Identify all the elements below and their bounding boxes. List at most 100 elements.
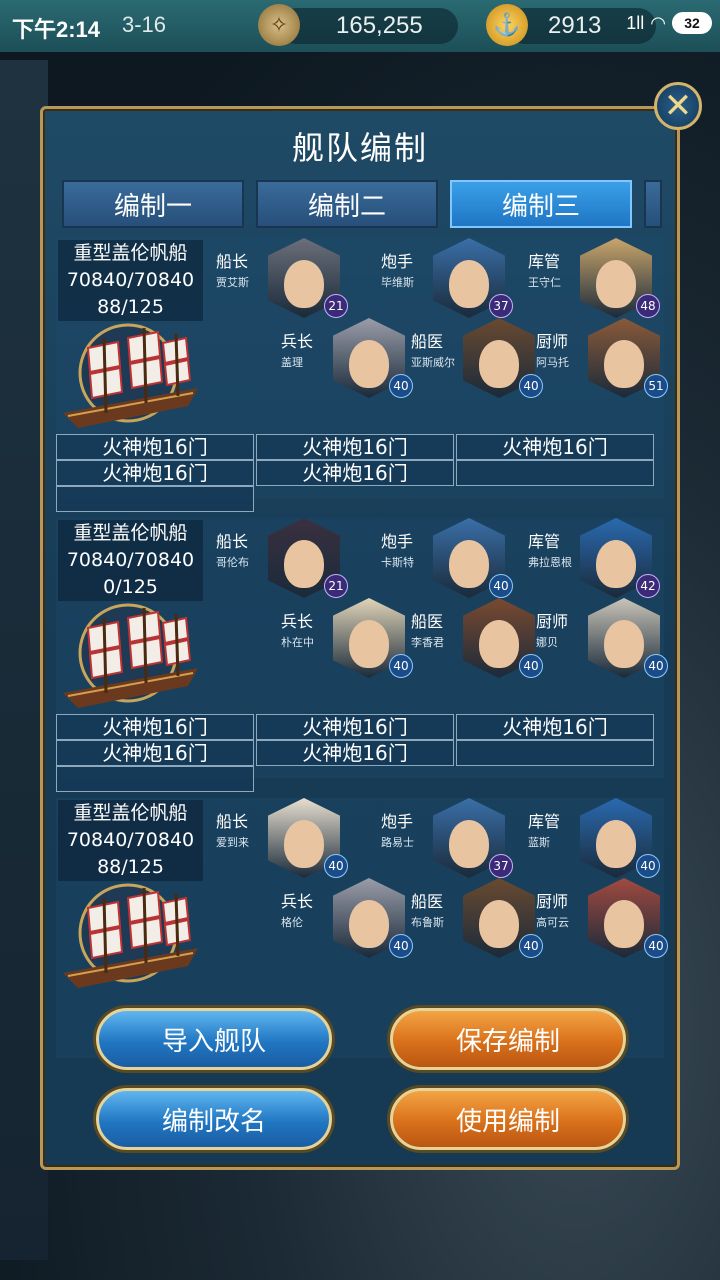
ship-durability: 70840/70840 <box>66 829 195 851</box>
crew-role: 兵长 <box>281 332 314 351</box>
ship-sailors: 88/125 <box>97 856 164 878</box>
cannon-slot[interactable] <box>456 740 654 766</box>
rename-formation-button[interactable]: 编制改名 <box>96 1088 332 1150</box>
crew-slot[interactable]: 库管 蓝斯 40 <box>528 798 660 878</box>
crew-name: 王守仁 <box>528 276 561 289</box>
portrait-face <box>349 900 389 948</box>
crew-slot[interactable]: 炮手 毕维斯 37 <box>381 238 513 318</box>
status-date: 3-16 <box>122 12 167 37</box>
ship-info: 重型盖伦帆船 70840/70840 0/125 <box>58 520 203 601</box>
portrait-face <box>604 620 644 668</box>
ship-info: 重型盖伦帆船 70840/70840 88/125 <box>58 800 203 881</box>
crew-name: 卡斯特 <box>381 556 414 569</box>
cannon-slot[interactable]: 火神炮16门 <box>56 714 254 740</box>
cannon-slot[interactable]: 火神炮16门 <box>456 714 654 740</box>
cannon-slot[interactable]: 火神炮16门 <box>256 714 454 740</box>
portrait-face <box>284 820 324 868</box>
crew-slot[interactable]: 船医 亚斯威尔 40 <box>411 318 543 398</box>
crew-role: 厨师 <box>536 612 569 631</box>
portrait-face <box>596 540 636 588</box>
crew-slot[interactable]: 兵长 格伦 40 <box>281 878 413 958</box>
crew-level-badge: 48 <box>636 294 660 318</box>
portrait-face <box>284 260 324 308</box>
cannon-slot[interactable] <box>56 486 254 512</box>
use-formation-button[interactable]: 使用编制 <box>390 1088 626 1150</box>
wifi-icon: ◠ <box>650 12 666 33</box>
status-bar: 下午2:14 3-16 ✧ 165,255 ⚓ 2913 1ll ◠ 32 <box>0 0 720 52</box>
cannon-slot[interactable] <box>56 766 254 792</box>
ship-durability: 70840/70840 <box>66 549 195 571</box>
cannon-slot[interactable]: 火神炮16门 <box>56 460 254 486</box>
tab-overflow[interactable] <box>644 180 662 228</box>
crew-name: 高可云 <box>536 916 569 929</box>
crew-slot[interactable]: 船医 布鲁斯 40 <box>411 878 543 958</box>
crew-slot[interactable]: 厨师 娜贝 40 <box>536 598 668 678</box>
cannon-slot[interactable]: 火神炮16门 <box>56 740 254 766</box>
crew-role: 兵长 <box>281 612 314 631</box>
portrait-face <box>479 620 519 668</box>
crew-name: 李香君 <box>411 636 444 649</box>
portrait-face <box>479 340 519 388</box>
ship-type: 重型盖伦帆船 <box>73 802 188 824</box>
portrait-face <box>604 340 644 388</box>
ship-row[interactable]: 重型盖伦帆船 70840/70840 0/125 船长 哥伦布 21 炮手 卡斯特 <box>56 518 668 792</box>
close-button[interactable]: ✕ <box>654 82 702 130</box>
crew-slot[interactable]: 库管 弗拉恩根 42 <box>528 518 660 598</box>
crew-level-badge: 40 <box>644 654 668 678</box>
cannon-slot[interactable] <box>456 460 654 486</box>
crew-name: 格伦 <box>281 916 303 929</box>
crew-role: 库管 <box>528 812 561 831</box>
crew-name: 亚斯威尔 <box>411 356 455 369</box>
crew-name: 弗拉恩根 <box>528 556 572 569</box>
crew-slot[interactable]: 炮手 卡斯特 40 <box>381 518 513 598</box>
tab-formation-1[interactable]: 编制一 <box>62 180 244 228</box>
crew-role: 炮手 <box>381 812 414 831</box>
portrait-face <box>284 540 324 588</box>
ship-illustration-icon <box>58 878 208 993</box>
crew-slot[interactable]: 船长 哥伦布 21 <box>216 518 348 598</box>
crew-slot[interactable]: 船医 李香君 40 <box>411 598 543 678</box>
cannon-slot[interactable]: 火神炮16门 <box>256 460 454 486</box>
save-formation-button[interactable]: 保存编制 <box>390 1008 626 1070</box>
crew-slot[interactable]: 兵长 盖理 40 <box>281 318 413 398</box>
ship-type: 重型盖伦帆船 <box>73 522 188 544</box>
crew-role: 兵长 <box>281 892 314 911</box>
crew-slot[interactable]: 船长 贾艾斯 21 <box>216 238 348 318</box>
crew-name: 娜贝 <box>536 636 558 649</box>
crew-level-badge: 40 <box>636 854 660 878</box>
crew-slot[interactable]: 兵长 朴在中 40 <box>281 598 413 678</box>
crew-slot[interactable]: 炮手 路易士 37 <box>381 798 513 878</box>
cannon-slot[interactable]: 火神炮16门 <box>456 434 654 460</box>
crew-level-badge: 37 <box>489 294 513 318</box>
crew-level-badge: 37 <box>489 854 513 878</box>
close-icon: ✕ <box>663 86 693 126</box>
cannon-slot[interactable]: 火神炮16门 <box>56 434 254 460</box>
cannon-slot[interactable]: 火神炮16门 <box>256 434 454 460</box>
crew-slot[interactable]: 船长 爱到来 40 <box>216 798 348 878</box>
crew-role: 炮手 <box>381 252 414 271</box>
import-fleet-button[interactable]: 导入舰队 <box>96 1008 332 1070</box>
crew-name: 路易士 <box>381 836 414 849</box>
crew-role: 船医 <box>411 612 444 631</box>
crew-level-badge: 40 <box>489 574 513 598</box>
crew-role: 厨师 <box>536 332 569 351</box>
crew-level-badge: 42 <box>636 574 660 598</box>
crew-role: 船医 <box>411 332 444 351</box>
portrait-face <box>349 620 389 668</box>
ship-illustration-icon <box>58 318 208 433</box>
crew-name: 毕维斯 <box>381 276 414 289</box>
ship-durability: 70840/70840 <box>66 269 195 291</box>
ship-sailors: 88/125 <box>97 296 164 318</box>
tab-formation-2[interactable]: 编制二 <box>256 180 438 228</box>
crew-role: 船长 <box>216 252 249 271</box>
crew-slot[interactable]: 库管 王守仁 48 <box>528 238 660 318</box>
tab-formation-3[interactable]: 编制三 <box>450 180 632 228</box>
cannon-slot[interactable]: 火神炮16门 <box>256 740 454 766</box>
crew-name: 蓝斯 <box>528 836 550 849</box>
portrait-face <box>596 820 636 868</box>
ship-illustration-icon <box>58 598 208 713</box>
crew-slot[interactable]: 厨师 高可云 40 <box>536 878 668 958</box>
ship-row[interactable]: 重型盖伦帆船 70840/70840 88/125 船长 贾艾斯 21 炮手 毕维斯 <box>56 238 668 512</box>
crew-slot[interactable]: 厨师 阿马托 51 <box>536 318 668 398</box>
crew-role: 库管 <box>528 532 561 551</box>
